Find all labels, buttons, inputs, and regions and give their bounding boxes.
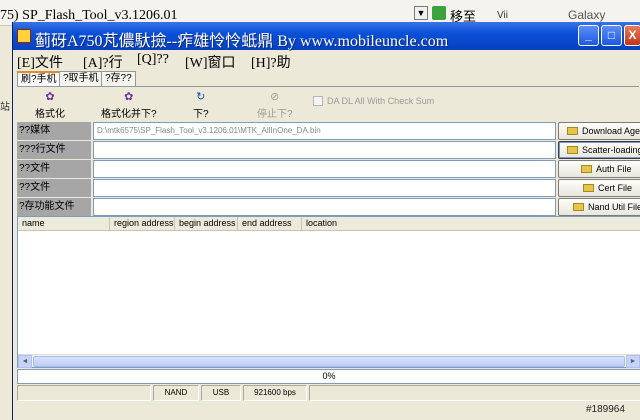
menu-options[interactable]: [Q]?? — [137, 52, 169, 68]
column-region-address[interactable]: region address — [110, 217, 175, 231]
folder-icon — [567, 146, 578, 154]
background-text-vii: Vii — [497, 10, 508, 21]
background-go-icon — [432, 6, 446, 20]
menu-file[interactable]: [E]文件 — [17, 52, 63, 72]
maximize-icon: □ — [607, 28, 616, 42]
scatter-loading-button[interactable]: Scatter-loading — [558, 141, 640, 159]
toolbar: ✿ 格式化 ✿ 格式化并下? ↻ 下? ⊘ 停止下? DA DL All Wit… — [17, 88, 639, 122]
horizontal-scrollbar[interactable]: ◄ ► — [18, 354, 640, 368]
row-label: ??媒体 — [17, 122, 91, 140]
cert-path[interactable] — [93, 179, 556, 197]
nand-util-path[interactable] — [93, 198, 556, 216]
status-baud-rate: 921600 bps — [243, 385, 307, 401]
row-cert: ??文件 Cert File — [17, 179, 640, 197]
cert-file-button[interactable]: Cert File — [558, 179, 640, 197]
minimize-icon: _ — [585, 28, 592, 42]
watermark: #189964 — [586, 404, 625, 415]
scroll-right-icon[interactable]: ► — [626, 355, 640, 368]
format-label: 格式化 — [35, 109, 65, 120]
format-button[interactable]: ✿ 格式化 — [35, 90, 65, 120]
format-download-label: 格式化并下? — [101, 109, 157, 120]
menu-help[interactable]: [H]?助 — [251, 52, 291, 72]
status-storage: NAND — [153, 385, 199, 401]
menu-action[interactable]: [A]?行 — [83, 52, 123, 72]
background-dropdown-arrow-icon: ▼ — [414, 6, 428, 20]
download-label: 下? — [193, 109, 209, 120]
scatter-path[interactable] — [93, 141, 556, 159]
menu-window[interactable]: [W]窗口 — [185, 52, 236, 72]
tab-divider — [17, 86, 639, 87]
folder-icon — [583, 184, 594, 192]
download-icon: ↻ — [196, 91, 206, 103]
stop-label: 停止下? — [257, 109, 293, 120]
row-download-agent: ??媒体 D:\mtk6575\SP_Flash_Tool_v3.1206.01… — [17, 122, 640, 140]
folder-icon — [567, 127, 578, 135]
column-begin-address[interactable]: begin address — [175, 217, 238, 231]
status-bar: NAND USB 921600 bps — [17, 385, 640, 401]
minimize-button[interactable]: _ — [578, 25, 599, 46]
check-sum-checkbox[interactable]: DA DL All With Check Sum — [313, 96, 434, 106]
format-icon: ✿ — [45, 91, 55, 103]
tab-download[interactable]: 刷?手机 — [17, 71, 61, 87]
button-label: Auth File — [596, 164, 632, 174]
status-cell-rest — [309, 385, 640, 401]
download-button[interactable]: ↻ 下? — [193, 90, 209, 120]
title-bar[interactable]: 蓟砑A750芃儂馱撿--痄雄怜怜蚳鼎 By www.mobileuncle.co… — [13, 22, 640, 50]
column-location[interactable]: location — [302, 217, 640, 231]
menu-bar: [E]文件 [A]?行 [Q]?? [W]窗口 [H]?助 — [13, 50, 640, 72]
row-auth: ??文件 Auth File — [17, 160, 640, 178]
row-scatter: ???行文件 Scatter-loading — [17, 141, 640, 159]
close-button[interactable]: X — [624, 25, 640, 46]
scroll-left-icon[interactable]: ◄ — [18, 355, 32, 368]
folder-icon — [581, 165, 592, 173]
column-name[interactable]: name — [18, 217, 110, 231]
folder-icon — [573, 203, 584, 211]
format-download-icon: ✿ — [124, 91, 134, 103]
close-icon: X — [628, 28, 637, 42]
download-agent-path[interactable]: D:\mtk6575\SP_Flash_Tool_v3.1206.01\MTK_… — [93, 122, 556, 140]
flash-tool-window: 蓟砑A750芃儂馱撿--痄雄怜怜蚳鼎 By www.mobileuncle.co… — [12, 22, 640, 420]
check-sum-box[interactable] — [313, 96, 323, 106]
progress-text: 0% — [322, 371, 336, 381]
button-label: Cert File — [598, 183, 633, 193]
status-connection: USB — [201, 385, 241, 401]
column-end-address[interactable]: end address — [238, 217, 302, 231]
nand-util-file-button[interactable]: Nand Util File — [558, 198, 640, 216]
background-text-galaxy: Galaxy — [568, 8, 606, 22]
stop-icon: ⊘ — [270, 91, 280, 103]
row-nand-util: ?存功能文件 Nand Util File — [17, 198, 640, 216]
tab-readback[interactable]: ?取手机 — [59, 71, 103, 86]
partition-list[interactable]: name region address begin address end ad… — [17, 216, 640, 368]
button-label: Scatter-loading — [582, 145, 640, 155]
maximize-button[interactable]: □ — [601, 25, 622, 46]
row-label: ??文件 — [17, 160, 91, 178]
status-cell-empty — [17, 385, 151, 401]
row-label: ???行文件 — [17, 141, 91, 159]
button-label: Download Agent — [582, 126, 640, 136]
button-label: Nand Util File — [588, 202, 640, 212]
row-label: ??文件 — [17, 179, 91, 197]
format-download-button[interactable]: ✿ 格式化并下? — [101, 90, 157, 120]
list-header: name region address begin address end ad… — [18, 217, 640, 231]
auth-path[interactable] — [93, 160, 556, 178]
app-icon — [17, 29, 31, 43]
window-title: 蓟砑A750芃儂馱撿--痄雄怜怜蚳鼎 By www.mobileuncle.co… — [35, 33, 449, 50]
stop-download-button[interactable]: ⊘ 停止下? — [257, 90, 293, 120]
tab-memory-test[interactable]: ?存?? — [101, 71, 136, 86]
auth-file-button[interactable]: Auth File — [558, 160, 640, 178]
progress-bar: 0% — [17, 369, 640, 384]
row-label: ?存功能文件 — [17, 198, 91, 216]
scroll-thumb[interactable] — [33, 356, 625, 367]
check-sum-label: DA DL All With Check Sum — [327, 96, 435, 106]
download-agent-button[interactable]: Download Agent — [558, 122, 640, 140]
